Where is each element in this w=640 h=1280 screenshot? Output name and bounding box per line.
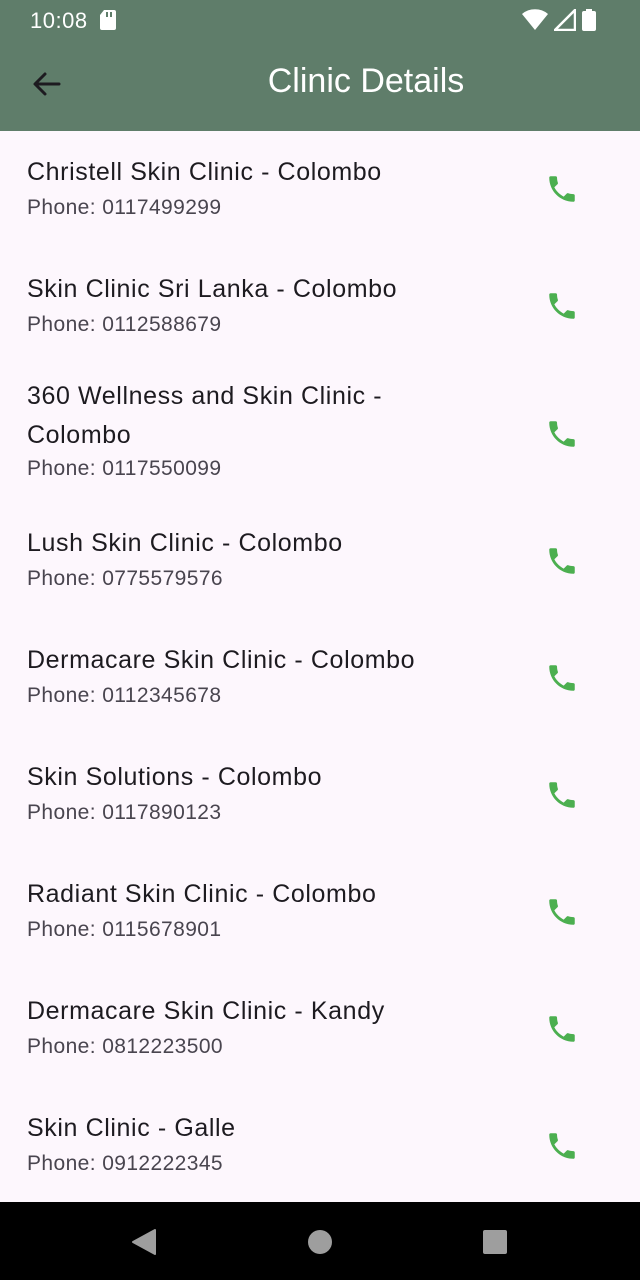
list-item: Radiant Skin Clinic - Colombo Phone: 011… — [0, 871, 640, 988]
status-time: 10:08 — [30, 8, 88, 33]
sd-card-icon — [100, 10, 118, 35]
status-bar: 10:08 — [0, 0, 640, 40]
clinic-name: Christell Skin Clinic - Colombo — [27, 158, 382, 186]
list-item: Dermacare Skin Clinic - Colombo Phone: 0… — [0, 637, 640, 754]
list-item: Dermacare Skin Clinic - Kandy Phone: 081… — [0, 988, 640, 1105]
call-button[interactable] — [538, 165, 586, 213]
call-button[interactable] — [538, 771, 586, 819]
call-button[interactable] — [538, 410, 586, 458]
call-button[interactable] — [538, 282, 586, 330]
battery-icon — [582, 9, 596, 36]
signal-icon — [551, 6, 577, 36]
clinic-phone: Phone: 0912222345 — [27, 1152, 223, 1175]
clinic-phone: Phone: 0775579576 — [27, 567, 223, 590]
list-item: Lush Skin Clinic - Colombo Phone: 077557… — [0, 520, 640, 637]
clinic-name: Dermacare Skin Clinic - Colombo — [27, 646, 416, 674]
clinic-phone: Phone: 0117499299 — [27, 196, 222, 219]
phone-icon — [549, 176, 575, 202]
clinic-name: Skin Clinic - Galle — [27, 1114, 236, 1142]
clinic-name: Skin Solutions - Colombo — [27, 763, 323, 791]
clinic-phone: Phone: 0117550099 — [27, 457, 222, 480]
phone-icon — [549, 782, 575, 808]
nav-recents-button[interactable] — [479, 1226, 511, 1258]
phone-icon — [549, 548, 575, 574]
clinic-list: Christell Skin Clinic - Colombo Phone: 0… — [0, 131, 640, 1222]
recents-square-icon — [483, 1230, 507, 1254]
list-item: Skin Clinic Sri Lanka - Colombo Phone: 0… — [0, 248, 640, 365]
clinic-phone: Phone: 0115678901 — [27, 918, 222, 941]
clinic-name: 360 Wellness and Skin Clinic - Colombo — [27, 382, 383, 449]
clinic-phone: Phone: 0812223500 — [27, 1035, 223, 1058]
page-title: Clinic Details — [267, 62, 465, 100]
phone-icon — [549, 899, 575, 925]
list-item: Christell Skin Clinic - Colombo Phone: 0… — [0, 131, 640, 248]
list-item: 360 Wellness and Skin Clinic - Colombo P… — [0, 365, 640, 520]
clinic-phone: Phone: 0112588679 — [27, 313, 222, 336]
nav-back-button[interactable] — [128, 1226, 160, 1258]
app-bar: 10:08 Clinic Details — [0, 0, 640, 131]
call-button[interactable] — [538, 1122, 586, 1170]
clinic-phone: Phone: 0112345678 — [27, 684, 222, 707]
clinic-name: Lush Skin Clinic - Colombo — [27, 529, 343, 557]
back-triangle-icon — [132, 1229, 156, 1255]
call-button[interactable] — [538, 654, 586, 702]
clinic-phone: Phone: 0117890123 — [27, 801, 222, 824]
clinic-name: Skin Clinic Sri Lanka - Colombo — [27, 275, 398, 303]
clinic-name: Dermacare Skin Clinic - Kandy — [27, 997, 385, 1025]
list-item: Skin Solutions - Colombo Phone: 01178901… — [0, 754, 640, 871]
nav-home-button[interactable] — [304, 1226, 336, 1258]
call-button[interactable] — [538, 537, 586, 585]
call-button[interactable] — [538, 888, 586, 936]
phone-icon — [549, 421, 575, 447]
phone-icon — [549, 665, 575, 691]
phone-icon — [549, 1133, 575, 1159]
system-nav-bar — [0, 1202, 640, 1280]
clinic-name: Radiant Skin Clinic - Colombo — [27, 880, 377, 908]
call-button[interactable] — [538, 1005, 586, 1053]
wifi-icon — [522, 9, 548, 36]
phone-icon — [549, 1016, 575, 1042]
phone-icon — [549, 293, 575, 319]
home-circle-icon — [308, 1230, 332, 1254]
